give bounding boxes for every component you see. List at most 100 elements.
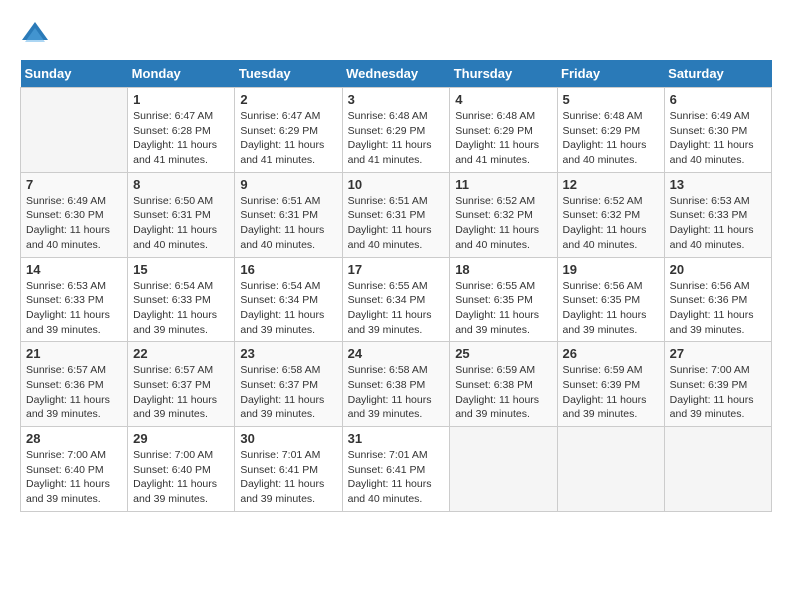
day-header-saturday: Saturday xyxy=(664,60,771,88)
calendar-cell: 27 Sunrise: 7:00 AM Sunset: 6:39 PM Dayli… xyxy=(664,342,771,427)
calendar-cell: 15 Sunrise: 6:54 AM Sunset: 6:33 PM Dayli… xyxy=(128,257,235,342)
calendar-cell: 13 Sunrise: 6:53 AM Sunset: 6:33 PM Dayli… xyxy=(664,172,771,257)
calendar-cell: 11 Sunrise: 6:52 AM Sunset: 6:32 PM Dayli… xyxy=(450,172,557,257)
day-number: 31 xyxy=(348,431,445,446)
day-number: 26 xyxy=(563,346,659,361)
calendar-cell: 18Sunrise: 6:55 AM Sunset: 6:35 PM Dayli… xyxy=(450,257,557,342)
day-number: 17 xyxy=(348,262,445,277)
calendar-cell: 28 Sunrise: 7:00 AM Sunset: 6:40 PM Dayli… xyxy=(21,427,128,512)
day-info: Sunrise: 6:54 AM Sunset: 6:33 PM Dayligh… xyxy=(133,279,229,338)
day-number: 8 xyxy=(133,177,229,192)
logo xyxy=(20,20,54,50)
day-info: Sunrise: 6:55 AM Sunset: 6:35 PM Dayligh… xyxy=(455,279,551,338)
day-info: Sunrise: 6:48 AM Sunset: 6:29 PM Dayligh… xyxy=(563,109,659,168)
calendar-cell: 21Sunrise: 6:57 AM Sunset: 6:36 PM Dayli… xyxy=(21,342,128,427)
day-info: Sunrise: 6:56 AM Sunset: 6:35 PM Dayligh… xyxy=(563,279,659,338)
day-info: Sunrise: 6:55 AM Sunset: 6:34 PM Dayligh… xyxy=(348,279,445,338)
day-number: 10 xyxy=(348,177,445,192)
day-number: 23 xyxy=(240,346,336,361)
day-number: 6 xyxy=(670,92,766,107)
day-number: 28 xyxy=(26,431,122,446)
day-number: 15 xyxy=(133,262,229,277)
calendar-cell: 6 Sunrise: 6:49 AM Sunset: 6:30 PM Daylig… xyxy=(664,88,771,173)
week-row-4: 21Sunrise: 6:57 AM Sunset: 6:36 PM Dayli… xyxy=(21,342,772,427)
calendar-cell: 7 Sunrise: 6:49 AM Sunset: 6:30 PM Daylig… xyxy=(21,172,128,257)
week-row-1: 1Sunrise: 6:47 AM Sunset: 6:28 PM Daylig… xyxy=(21,88,772,173)
calendar-cell xyxy=(450,427,557,512)
day-number: 5 xyxy=(563,92,659,107)
day-number: 7 xyxy=(26,177,122,192)
day-info: Sunrise: 6:57 AM Sunset: 6:37 PM Dayligh… xyxy=(133,363,229,422)
calendar-cell: 5 Sunrise: 6:48 AM Sunset: 6:29 PM Daylig… xyxy=(557,88,664,173)
day-info: Sunrise: 6:49 AM Sunset: 6:30 PM Dayligh… xyxy=(26,194,122,253)
day-info: Sunrise: 7:00 AM Sunset: 6:39 PM Dayligh… xyxy=(670,363,766,422)
day-number: 11 xyxy=(455,177,551,192)
day-info: Sunrise: 6:49 AM Sunset: 6:30 PM Dayligh… xyxy=(670,109,766,168)
calendar-cell: 4 Sunrise: 6:48 AM Sunset: 6:29 PM Daylig… xyxy=(450,88,557,173)
week-row-5: 28 Sunrise: 7:00 AM Sunset: 6:40 PM Dayli… xyxy=(21,427,772,512)
calendar-cell: 22 Sunrise: 6:57 AM Sunset: 6:37 PM Dayli… xyxy=(128,342,235,427)
week-row-2: 7 Sunrise: 6:49 AM Sunset: 6:30 PM Daylig… xyxy=(21,172,772,257)
day-info: Sunrise: 6:59 AM Sunset: 6:38 PM Dayligh… xyxy=(455,363,551,422)
day-info: Sunrise: 6:51 AM Sunset: 6:31 PM Dayligh… xyxy=(240,194,336,253)
calendar-cell xyxy=(21,88,128,173)
day-info: Sunrise: 6:48 AM Sunset: 6:29 PM Dayligh… xyxy=(455,109,551,168)
calendar-header-row: SundayMondayTuesdayWednesdayThursdayFrid… xyxy=(21,60,772,88)
day-info: Sunrise: 6:50 AM Sunset: 6:31 PM Dayligh… xyxy=(133,194,229,253)
day-number: 2 xyxy=(240,92,336,107)
calendar-cell: 3Sunrise: 6:48 AM Sunset: 6:29 PM Daylig… xyxy=(342,88,450,173)
day-info: Sunrise: 6:57 AM Sunset: 6:36 PM Dayligh… xyxy=(26,363,122,422)
day-info: Sunrise: 6:51 AM Sunset: 6:31 PM Dayligh… xyxy=(348,194,445,253)
calendar-cell: 1Sunrise: 6:47 AM Sunset: 6:28 PM Daylig… xyxy=(128,88,235,173)
calendar-cell: 8 Sunrise: 6:50 AM Sunset: 6:31 PM Daylig… xyxy=(128,172,235,257)
day-number: 4 xyxy=(455,92,551,107)
day-number: 25 xyxy=(455,346,551,361)
calendar-cell: 14 Sunrise: 6:53 AM Sunset: 6:33 PM Dayli… xyxy=(21,257,128,342)
day-info: Sunrise: 6:53 AM Sunset: 6:33 PM Dayligh… xyxy=(26,279,122,338)
day-header-friday: Friday xyxy=(557,60,664,88)
calendar-cell: 2Sunrise: 6:47 AM Sunset: 6:29 PM Daylig… xyxy=(235,88,342,173)
day-info: Sunrise: 6:58 AM Sunset: 6:37 PM Dayligh… xyxy=(240,363,336,422)
day-info: Sunrise: 7:01 AM Sunset: 6:41 PM Dayligh… xyxy=(240,448,336,507)
calendar-cell: 25 Sunrise: 6:59 AM Sunset: 6:38 PM Dayli… xyxy=(450,342,557,427)
day-number: 29 xyxy=(133,431,229,446)
day-info: Sunrise: 6:53 AM Sunset: 6:33 PM Dayligh… xyxy=(670,194,766,253)
calendar-cell xyxy=(664,427,771,512)
day-header-wednesday: Wednesday xyxy=(342,60,450,88)
page-header xyxy=(20,20,772,50)
day-number: 22 xyxy=(133,346,229,361)
day-number: 30 xyxy=(240,431,336,446)
calendar-cell: 9 Sunrise: 6:51 AM Sunset: 6:31 PM Daylig… xyxy=(235,172,342,257)
calendar-cell: 29Sunrise: 7:00 AM Sunset: 6:40 PM Dayli… xyxy=(128,427,235,512)
calendar-cell: 12Sunrise: 6:52 AM Sunset: 6:32 PM Dayli… xyxy=(557,172,664,257)
calendar-cell xyxy=(557,427,664,512)
day-info: Sunrise: 6:59 AM Sunset: 6:39 PM Dayligh… xyxy=(563,363,659,422)
week-row-3: 14 Sunrise: 6:53 AM Sunset: 6:33 PM Dayli… xyxy=(21,257,772,342)
day-header-sunday: Sunday xyxy=(21,60,128,88)
day-info: Sunrise: 7:00 AM Sunset: 6:40 PM Dayligh… xyxy=(26,448,122,507)
day-number: 13 xyxy=(670,177,766,192)
calendar-cell: 17 Sunrise: 6:55 AM Sunset: 6:34 PM Dayli… xyxy=(342,257,450,342)
day-info: Sunrise: 7:01 AM Sunset: 6:41 PM Dayligh… xyxy=(348,448,445,507)
calendar-cell: 31 Sunrise: 7:01 AM Sunset: 6:41 PM Dayli… xyxy=(342,427,450,512)
day-info: Sunrise: 6:56 AM Sunset: 6:36 PM Dayligh… xyxy=(670,279,766,338)
day-header-tuesday: Tuesday xyxy=(235,60,342,88)
calendar-cell: 10 Sunrise: 6:51 AM Sunset: 6:31 PM Dayli… xyxy=(342,172,450,257)
day-header-thursday: Thursday xyxy=(450,60,557,88)
day-number: 12 xyxy=(563,177,659,192)
day-number: 19 xyxy=(563,262,659,277)
calendar-cell: 20Sunrise: 6:56 AM Sunset: 6:36 PM Dayli… xyxy=(664,257,771,342)
day-info: Sunrise: 6:47 AM Sunset: 6:28 PM Dayligh… xyxy=(133,109,229,168)
day-number: 14 xyxy=(26,262,122,277)
day-header-monday: Monday xyxy=(128,60,235,88)
day-info: Sunrise: 6:52 AM Sunset: 6:32 PM Dayligh… xyxy=(455,194,551,253)
calendar-cell: 23 Sunrise: 6:58 AM Sunset: 6:37 PM Dayli… xyxy=(235,342,342,427)
day-number: 16 xyxy=(240,262,336,277)
day-number: 27 xyxy=(670,346,766,361)
day-info: Sunrise: 6:48 AM Sunset: 6:29 PM Dayligh… xyxy=(348,109,445,168)
day-number: 24 xyxy=(348,346,445,361)
day-info: Sunrise: 6:54 AM Sunset: 6:34 PM Dayligh… xyxy=(240,279,336,338)
calendar-cell: 24 Sunrise: 6:58 AM Sunset: 6:38 PM Dayli… xyxy=(342,342,450,427)
day-info: Sunrise: 6:58 AM Sunset: 6:38 PM Dayligh… xyxy=(348,363,445,422)
day-number: 9 xyxy=(240,177,336,192)
